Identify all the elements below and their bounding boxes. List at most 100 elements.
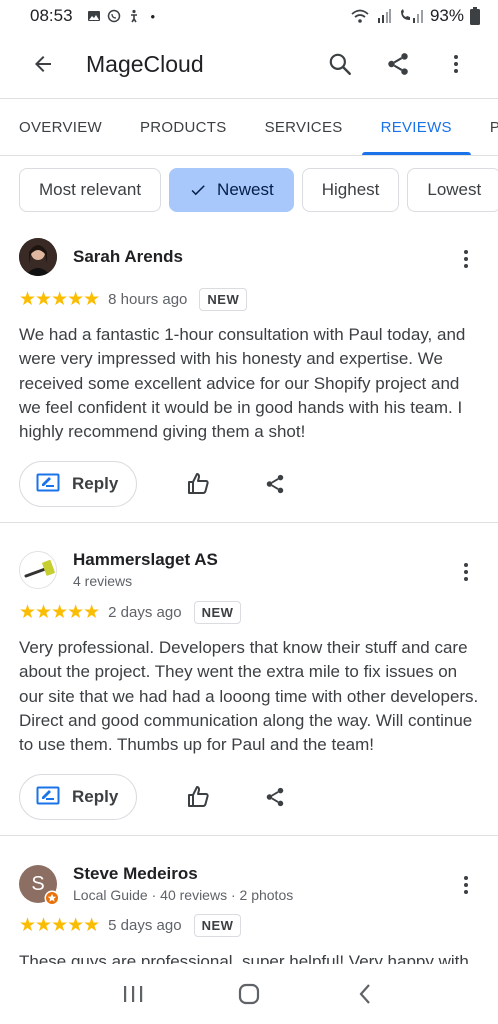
avatar[interactable]: S (19, 865, 60, 906)
reply-label: Reply (72, 787, 119, 806)
tab-products[interactable]: PRODUCTS (121, 99, 246, 155)
status-dot: • (150, 8, 156, 24)
back-button[interactable] (25, 46, 61, 82)
review-time: 2 days ago (108, 604, 182, 621)
status-time: 08:53 (30, 6, 73, 25)
review-more-button[interactable] (454, 241, 478, 277)
search-button[interactable] (322, 46, 358, 82)
chevron-left-icon (359, 984, 370, 1004)
battery-icon (470, 7, 480, 25)
rating-row: ★★★★★ 2 days ago NEW (19, 601, 242, 624)
app-bar: MageCloud (0, 32, 498, 96)
review-actions: Reply (19, 774, 295, 820)
more-vert-icon (464, 876, 468, 894)
chip-label: Lowest (427, 180, 482, 199)
avatar[interactable] (19, 551, 57, 589)
recent-apps-button[interactable] (113, 974, 153, 1014)
reviewer-info: Steve Medeiros Local Guide · 40 reviews … (73, 864, 293, 904)
status-bar: 08:53 • 93% (0, 0, 498, 32)
back-nav-button[interactable] (345, 974, 385, 1014)
rating-row: ★★★★★ 8 hours ago NEW (19, 288, 248, 311)
thumb-up-icon (188, 473, 209, 494)
chip-lowest[interactable]: Lowest (407, 168, 498, 212)
share-review-button[interactable] (255, 464, 295, 504)
share-review-button[interactable] (255, 777, 295, 817)
system-navigation-bar (0, 964, 498, 1024)
reply-edit-icon (36, 786, 60, 805)
chip-label: Highest (321, 180, 380, 199)
reply-edit-icon (36, 473, 60, 492)
new-badge: NEW (193, 914, 242, 937)
rating-row: ★★★★★ 5 days ago NEW (19, 914, 242, 937)
chip-highest[interactable]: Highest (301, 168, 400, 212)
reviewer-name[interactable]: Steve Medeiros (73, 864, 293, 884)
review-time: 5 days ago (108, 917, 182, 934)
page-title: MageCloud (86, 50, 204, 77)
gallery-icon (87, 11, 100, 21)
battery-percent: 93% (429, 6, 464, 25)
local-guide-badge-icon (44, 890, 60, 906)
status-left: 08:53 • (30, 6, 155, 26)
review-time: 8 hours ago (108, 291, 188, 308)
review-more-button[interactable] (454, 554, 478, 590)
reviewer-stats: Local Guide · 40 reviews · 2 photos (73, 887, 294, 903)
tab-bar: OVERVIEW PRODUCTS SERVICES REVIEWS PHOTO… (0, 98, 498, 156)
share-icon (388, 53, 408, 75)
review-more-button[interactable] (454, 867, 478, 903)
like-button[interactable] (179, 777, 219, 817)
home-button[interactable] (229, 974, 269, 1014)
tab-services[interactable]: SERVICES (246, 99, 362, 155)
wifi-icon (351, 9, 369, 23)
review-divider (0, 835, 498, 836)
search-icon (329, 53, 351, 75)
reviewer-info: Sarah Arends (73, 247, 183, 267)
review-divider (0, 522, 498, 523)
check-icon (189, 181, 207, 199)
review-header: Sarah Arends (19, 238, 183, 276)
chip-label: Newest (217, 180, 274, 199)
reviewer-name[interactable]: Sarah Arends (73, 247, 183, 267)
sort-chips: Most relevant Newest Highest Lowest (19, 168, 498, 212)
review-text: We had a fantastic 1-hour consultation w… (19, 325, 466, 442)
share-button[interactable] (380, 46, 416, 82)
reply-button[interactable]: Reply (19, 461, 138, 507)
star-rating: ★★★★★ (19, 289, 100, 310)
new-badge: NEW (193, 601, 242, 624)
signal-icon (377, 9, 391, 23)
tab-photos[interactable]: PHOTOS (471, 99, 498, 155)
star-rating: ★★★★★ (19, 915, 100, 936)
like-button[interactable] (179, 464, 219, 504)
reply-button[interactable]: Reply (19, 774, 138, 820)
more-vert-icon (464, 250, 468, 268)
notification-icons: • (87, 8, 156, 24)
reply-label: Reply (72, 474, 119, 493)
chip-most-relevant[interactable]: Most relevant (19, 168, 162, 212)
reviewer-name[interactable]: Hammerslaget AS (73, 550, 218, 570)
review-text: Very professional. Developers that know … (19, 638, 479, 755)
more-vert-icon (464, 563, 468, 581)
app-actions (322, 46, 474, 82)
arrow-back-icon (35, 56, 51, 72)
person-photo-icon (19, 238, 57, 276)
home-icon (238, 983, 260, 1005)
more-options-button[interactable] (438, 46, 474, 82)
tab-reviews[interactable]: REVIEWS (361, 99, 472, 155)
review-header: Hammerslaget AS 4 reviews (19, 550, 218, 590)
review-actions: Reply (19, 461, 295, 507)
avatar[interactable] (19, 238, 57, 276)
chip-label: Most relevant (39, 180, 142, 199)
share-icon (267, 787, 284, 807)
call-signal-icon (400, 9, 423, 23)
recent-apps-icon (124, 986, 143, 1002)
star-rating: ★★★★★ (19, 602, 100, 623)
thumb-up-icon (188, 786, 209, 807)
reviewer-info: Hammerslaget AS 4 reviews (73, 550, 218, 590)
status-right: 93% (350, 6, 480, 26)
more-vert-icon (454, 55, 458, 73)
chip-newest[interactable]: Newest (169, 168, 294, 212)
tab-overview[interactable]: OVERVIEW (0, 99, 121, 155)
new-badge: NEW (199, 288, 248, 311)
accessibility-icon (130, 9, 137, 23)
whatsapp-icon (107, 9, 120, 23)
hammer-logo-icon (20, 552, 56, 588)
